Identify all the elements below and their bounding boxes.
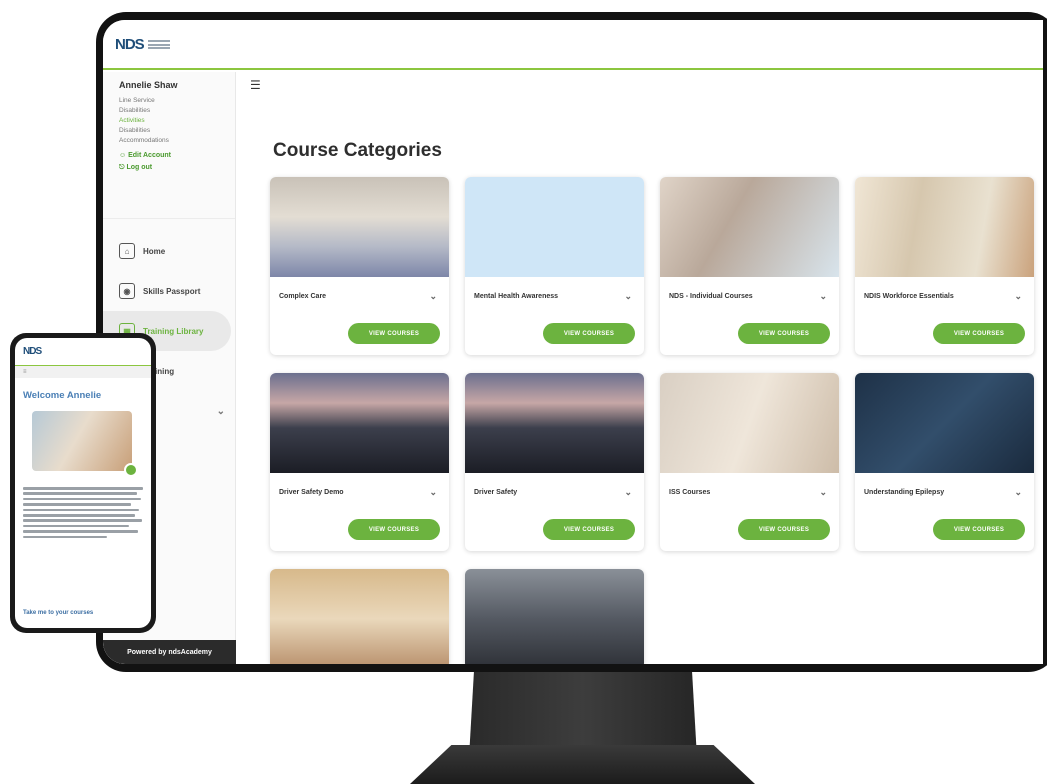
course-card-header[interactable]: NDIS Workforce Essentials ⌄ (855, 277, 1034, 302)
user-block: Annelie Shaw Line Service Disabilities Act… (103, 72, 235, 219)
course-card[interactable]: Understanding Epilepsy ⌄ VIEW COURSES (855, 373, 1034, 551)
chevron-down-icon[interactable]: ⌄ (624, 487, 632, 498)
view-courses-button[interactable]: VIEW COURSES (348, 323, 440, 344)
user-info-line: Disabilities (119, 107, 151, 114)
course-title: Understanding Epilepsy (864, 489, 945, 496)
course-card-header[interactable]: NDS - Individual Courses ⌄ (660, 277, 839, 302)
powered-by-footer: Powered by ndsAcademy (103, 640, 236, 664)
chevron-down-icon[interactable]: ⌄ (819, 291, 827, 302)
view-courses-button[interactable]: VIEW COURSES (543, 519, 635, 540)
course-card-header[interactable]: ISS Courses ⌄ (660, 473, 839, 498)
top-bar: NDS (103, 20, 1043, 70)
view-courses-button[interactable]: VIEW COURSES (933, 519, 1025, 540)
phone-courses-link[interactable]: Take me to your courses (23, 610, 93, 616)
view-courses-button[interactable]: VIEW COURSES (738, 519, 830, 540)
chevron-down-icon: ⌄ (216, 405, 225, 417)
phone-screen: NDS ≡ Welcome Annelie Take me to your co… (15, 338, 151, 628)
course-thumbnail (270, 373, 449, 473)
course-card[interactable]: Mental Health Awareness ⌄ VIEW COURSES (465, 177, 644, 355)
page-title: Course Categories (273, 140, 442, 161)
phone-logo: NDS (23, 346, 42, 357)
course-card[interactable]: Complex Care ⌄ VIEW COURSES (270, 177, 449, 355)
course-thumbnail (660, 177, 839, 277)
course-card-header[interactable]: Complex Care ⌄ (270, 277, 449, 302)
phone-top-bar: NDS (15, 338, 151, 366)
passport-icon: ◉ (119, 283, 135, 299)
user-info-line: Activities (119, 117, 145, 124)
course-card[interactable]: ISS Courses ⌄ VIEW COURSES (660, 373, 839, 551)
course-card[interactable]: Driver Safety Demo ⌄ VIEW COURSES (270, 373, 449, 551)
user-icon: ☺ (119, 152, 129, 159)
user-info-line: Accommodations (119, 137, 169, 144)
phone-play-icon[interactable] (124, 463, 138, 477)
edit-account-link[interactable]: ☺ Edit Account (119, 150, 225, 162)
user-name: Annelie Shaw (119, 80, 178, 90)
home-icon: ⌂ (119, 243, 135, 259)
course-thumbnail (465, 177, 644, 277)
course-card[interactable] (270, 569, 449, 664)
course-thumbnail (465, 569, 644, 664)
view-courses-button[interactable]: VIEW COURSES (738, 323, 830, 344)
view-courses-button[interactable]: VIEW COURSES (348, 519, 440, 540)
chevron-down-icon[interactable]: ⌄ (819, 487, 827, 498)
user-lines: Line Service Disabilities Activities Disabi… (119, 96, 225, 146)
phone-menu-button[interactable]: ≡ (15, 366, 151, 378)
user-info-line: Line Service (119, 97, 155, 104)
course-card[interactable]: Driver Safety ⌄ VIEW COURSES (465, 373, 644, 551)
course-card[interactable]: NDIS Workforce Essentials ⌄ VIEW COURSES (855, 177, 1034, 355)
logo-subtext (147, 40, 170, 49)
course-grid: Complex Care ⌄ VIEW COURSES Mental Health A… (270, 177, 1034, 664)
chevron-down-icon[interactable]: ⌄ (1014, 487, 1022, 498)
course-thumbnail (855, 177, 1034, 277)
course-card[interactable]: NDS - Individual Courses ⌄ VIEW COURSES (660, 177, 839, 355)
course-title: ISS Courses (669, 489, 711, 496)
phone-welcome-heading: Welcome Annelie (23, 390, 102, 401)
monitor-stand-base (410, 745, 755, 784)
course-card-header[interactable]: Mental Health Awareness ⌄ (465, 277, 644, 302)
main-content: ☰ Course Categories Complex Care ⌄ VIEW CO… (236, 72, 1043, 664)
chevron-down-icon[interactable]: ⌄ (624, 291, 632, 302)
course-title: NDS - Individual Courses (669, 293, 753, 300)
chevron-down-icon[interactable]: ⌄ (1014, 291, 1022, 302)
stage: NDS Annelie Shaw Line Service Disabilitie… (0, 0, 1047, 784)
course-thumbnail (855, 373, 1034, 473)
course-thumbnail (465, 373, 644, 473)
logo-mark: NDS (115, 36, 145, 53)
course-card-header[interactable]: Driver Safety ⌄ (465, 473, 644, 498)
phone-mockup: NDS ≡ Welcome Annelie Take me to your co… (10, 333, 156, 633)
monitor-screen: NDS Annelie Shaw Line Service Disabilitie… (103, 20, 1043, 664)
course-thumbnail (270, 177, 449, 277)
course-card[interactable] (465, 569, 644, 664)
nds-logo[interactable]: NDS (115, 36, 170, 53)
course-title: NDIS Workforce Essentials (864, 293, 954, 300)
course-thumbnail (660, 373, 839, 473)
chevron-down-icon[interactable]: ⌄ (429, 291, 437, 302)
course-card-header[interactable]: Driver Safety Demo ⌄ (270, 473, 449, 498)
logout-link[interactable]: ⎋ Log out (119, 162, 225, 174)
phone-body-text (15, 471, 151, 539)
user-info-line: Disabilities (119, 127, 151, 134)
hamburger-menu-icon[interactable]: ☰ (250, 79, 261, 91)
view-courses-button[interactable]: VIEW COURSES (933, 323, 1025, 344)
sidebar-item-skills-passport[interactable]: ◉ Skills Passport (103, 271, 235, 311)
course-thumbnail (270, 569, 449, 664)
course-card-header[interactable]: Understanding Epilepsy ⌄ (855, 473, 1034, 498)
course-title: Driver Safety (474, 489, 518, 496)
chevron-down-icon[interactable]: ⌄ (429, 487, 437, 498)
view-courses-button[interactable]: VIEW COURSES (543, 323, 635, 344)
course-title: Complex Care (279, 293, 327, 300)
phone-hero-image (32, 411, 138, 477)
sidebar-item-home[interactable]: ⌂ Home (103, 231, 235, 271)
course-title: Driver Safety Demo (279, 489, 344, 496)
course-title: Mental Health Awareness (474, 293, 559, 300)
